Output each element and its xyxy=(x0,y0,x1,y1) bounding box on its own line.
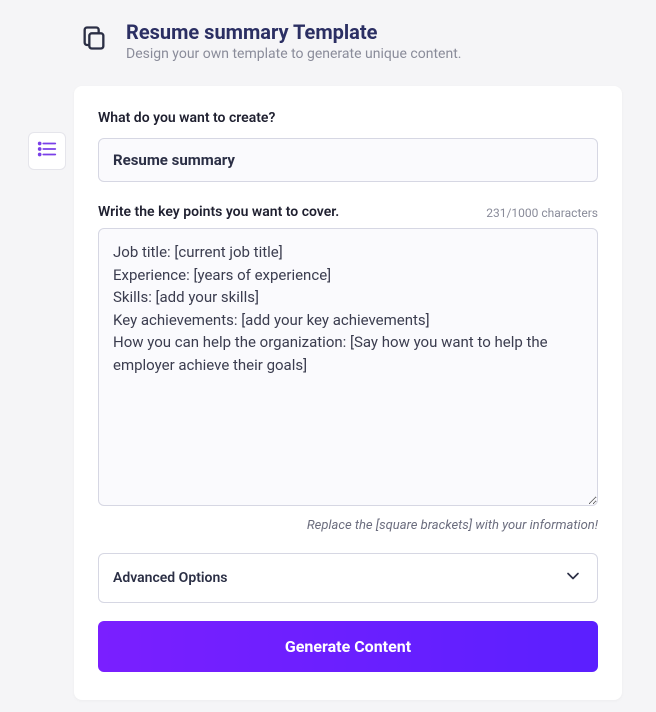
keypoints-label: Write the key points you want to cover. xyxy=(98,204,339,220)
advanced-options-toggle[interactable]: Advanced Options xyxy=(98,553,598,603)
page-title: Resume summary Template xyxy=(126,20,461,44)
page-header: Resume summary Template Design your own … xyxy=(0,0,656,72)
page-subtitle: Design your own template to generate uni… xyxy=(126,46,461,62)
keypoints-textarea[interactable] xyxy=(98,228,598,506)
list-icon xyxy=(36,138,58,164)
generate-content-button[interactable]: Generate Content xyxy=(98,621,598,672)
copy-icon xyxy=(80,20,108,56)
hint-text: Replace the [square brackets] with your … xyxy=(98,518,598,533)
create-input[interactable] xyxy=(98,138,598,182)
advanced-options-label: Advanced Options xyxy=(113,570,227,586)
create-label: What do you want to create? xyxy=(98,110,598,126)
chevron-down-icon xyxy=(563,566,583,590)
char-counter: 231/1000 characters xyxy=(486,206,598,220)
template-card: What do you want to create? Write the ke… xyxy=(74,86,622,700)
side-list-button[interactable] xyxy=(28,132,66,170)
